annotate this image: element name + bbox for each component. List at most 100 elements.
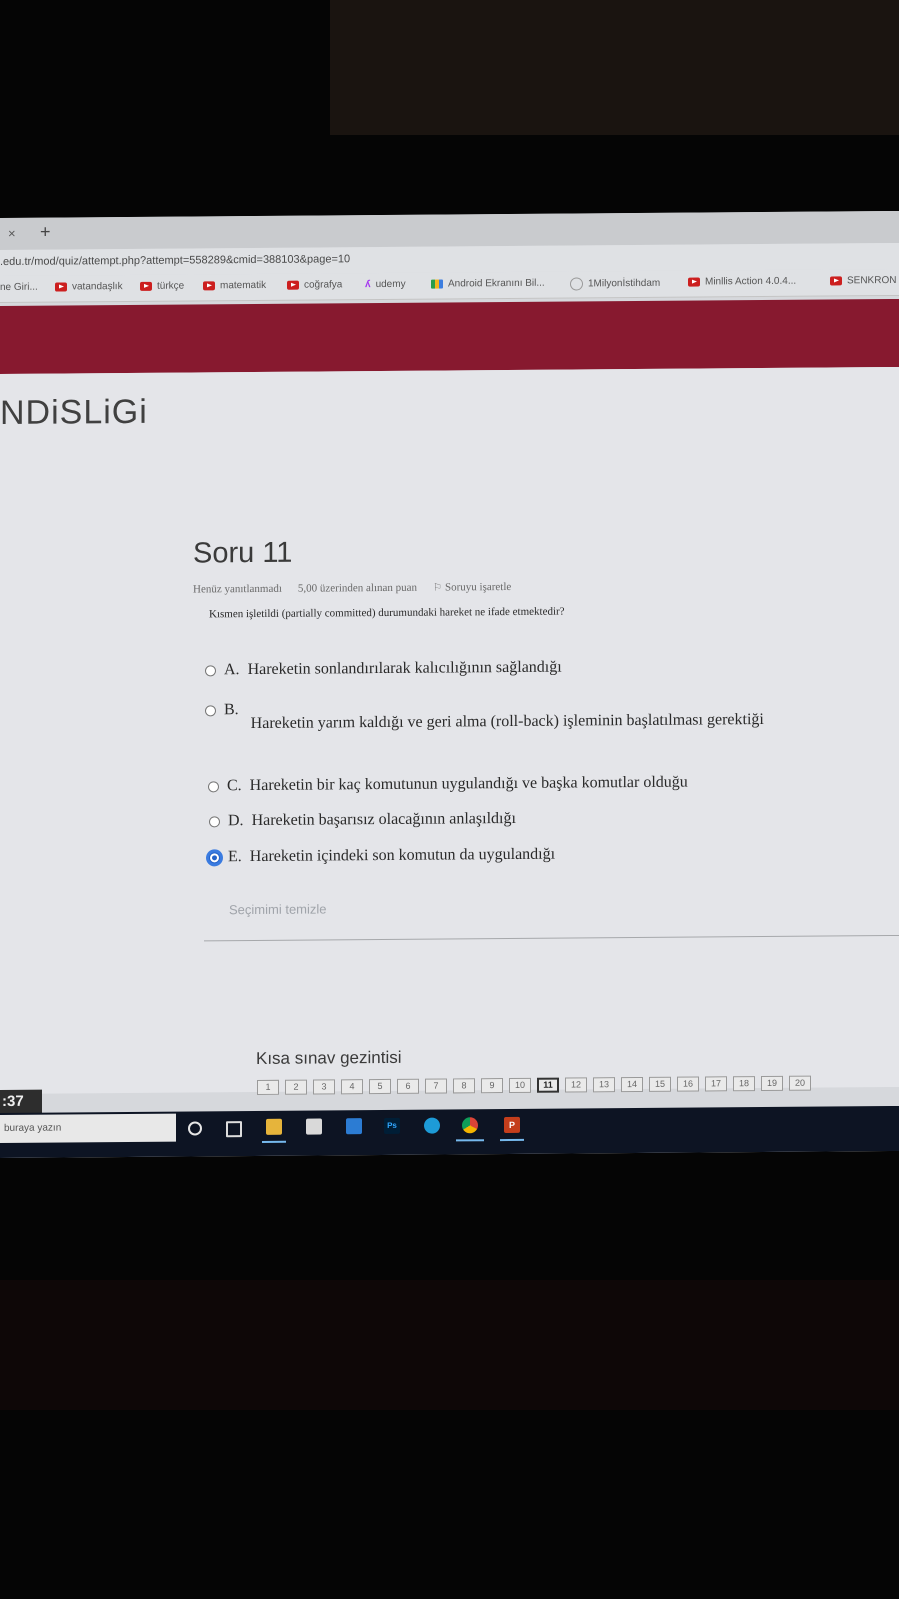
option-text: Hareketin bir kaç komutunun uygulandığı … [249, 773, 688, 795]
active-app-indicator [500, 1138, 524, 1142]
question-title: Soru 11 [193, 536, 293, 570]
mail-icon[interactable] [346, 1118, 362, 1135]
site-header-banner [0, 298, 899, 374]
youtube-icon [203, 281, 215, 291]
radio-option-a[interactable] [205, 664, 216, 676]
clear-selection-link[interactable]: Seçimimi temizle [229, 901, 327, 917]
quiz-nav-button[interactable]: 12 [565, 1077, 587, 1093]
bookmark-label: Android Ekranını Bil... [448, 277, 545, 290]
youtube-icon [55, 282, 67, 292]
quiz-nav-button[interactable]: 3 [313, 1079, 335, 1095]
bookmarks-bar: ne Giri... vatandaşlık türkçe matematik … [0, 268, 899, 303]
question-text: Kısmen işletildi (partially committed) d… [209, 605, 565, 621]
new-tab-icon[interactable]: + [40, 222, 51, 243]
option-letter: D. [228, 812, 244, 830]
bookmark-label: coğrafya [304, 279, 343, 291]
option-text: Hareketin yarım kaldığı ve geri alma (ro… [250, 711, 764, 733]
quiz-nav-button[interactable]: 6 [397, 1078, 419, 1094]
monitor-bottom-reflection [0, 1280, 899, 1410]
question-status: Henüz yanıtlanmadı [193, 582, 282, 596]
bookmark-label: Minllis Action 4.0.4... [705, 275, 797, 288]
bookmark-item[interactable]: 1Milyonİstihdam [570, 277, 660, 291]
timer-badge: :37 [0, 1089, 42, 1114]
option-text: Hareketin sonlandırılarak kalıcılığının … [247, 658, 562, 679]
udemy-icon: ʎ [365, 279, 371, 291]
chrome-icon[interactable] [462, 1117, 478, 1134]
active-app-indicator [262, 1140, 286, 1143]
quiz-nav-button[interactable]: 7 [425, 1078, 447, 1094]
answer-option-a[interactable]: A. Hareketin sonlandırılarak kalıcılığın… [205, 659, 562, 680]
bookmark-item[interactable]: vatandaşlık [55, 281, 123, 293]
answer-option-e[interactable]: E. Hareketin içindeki son komutun da uyg… [209, 846, 555, 867]
bookmark-item[interactable]: ne Giri... [0, 282, 38, 293]
store-icon[interactable] [306, 1118, 322, 1135]
youtube-icon [287, 280, 299, 290]
windows-taskbar: buraya yazın Ps P [0, 1105, 899, 1158]
quiz-nav-button[interactable]: 14 [621, 1076, 643, 1093]
quiz-nav-button[interactable]: 8 [453, 1078, 475, 1094]
bookmark-item[interactable]: coğrafya [287, 279, 343, 291]
flag-question-link[interactable]: ⚐ Soruyu işaretle [433, 581, 511, 594]
bookmark-item[interactable]: Minllis Action 4.0.4... [688, 276, 796, 288]
radio-option-e[interactable] [209, 851, 220, 863]
site-title: NDiSLiGi [0, 392, 148, 432]
radio-option-c[interactable] [208, 780, 219, 792]
quiz-nav-button[interactable]: 20 [789, 1075, 811, 1091]
quiz-nav-button[interactable]: 9 [481, 1078, 503, 1094]
close-tab-icon[interactable]: × [8, 226, 16, 241]
answer-option-b[interactable]: B. Hareketin yarım kaldığı ve geri alma … [205, 701, 764, 732]
quiz-nav-button[interactable]: 5 [369, 1078, 391, 1095]
youtube-icon [140, 281, 152, 291]
bookmark-label: SENKRON [847, 274, 897, 287]
youtube-icon [830, 276, 842, 286]
quiz-nav-button[interactable]: 4 [341, 1079, 363, 1095]
bookmark-item[interactable]: ʎ udemy [365, 279, 406, 290]
photoshop-icon[interactable]: Ps [384, 1117, 400, 1134]
quiz-nav-button-current[interactable]: 11 [537, 1077, 559, 1093]
quiz-navigation-title: Kısa sınav gezintisi [256, 1047, 402, 1068]
bookmark-item[interactable]: SENKRON [830, 275, 896, 287]
cortana-icon[interactable] [188, 1121, 202, 1136]
bookmark-label: matematik [220, 279, 267, 292]
option-text: Hareketin içindeki son komutun da uygula… [249, 845, 556, 866]
edge-icon[interactable] [424, 1117, 440, 1134]
quiz-nav-button[interactable]: 13 [593, 1077, 615, 1093]
quiz-nav-button[interactable]: 15 [649, 1076, 671, 1092]
file-explorer-icon[interactable] [266, 1118, 282, 1135]
powerpoint-icon[interactable]: P [504, 1116, 520, 1134]
quiz-nav-button[interactable]: 2 [285, 1079, 307, 1095]
globe-icon [570, 277, 583, 291]
bookmark-label: 1Milyonİstihdam [588, 277, 661, 290]
quiz-nav-button[interactable]: 16 [677, 1076, 699, 1092]
flag-icon: ⚐ [433, 582, 442, 594]
radio-option-b[interactable] [205, 704, 216, 716]
answer-option-c[interactable]: C. Hareketin bir kaç komutunun uygulandı… [208, 774, 688, 796]
taskbar-search-input[interactable]: buraya yazın [0, 1113, 176, 1143]
option-letter: E. [228, 848, 242, 866]
task-view-icon[interactable] [226, 1121, 242, 1138]
quiz-nav-button[interactable]: 17 [705, 1076, 727, 1092]
option-text: Hareketin başarısız olacağının anlaşıldı… [251, 809, 516, 830]
quiz-nav-button[interactable]: 10 [509, 1077, 531, 1094]
url-text[interactable]: .edu.tr/mod/quiz/attempt.php?attempt=558… [0, 253, 350, 268]
bookmark-label: ne Giri... [0, 281, 38, 293]
option-letter: B. [224, 701, 239, 719]
quiz-nav-button[interactable]: 1 [257, 1079, 279, 1095]
quiz-nav-button[interactable]: 19 [761, 1075, 783, 1092]
bookmark-item[interactable]: matematik [203, 280, 266, 291]
quiz-nav-button[interactable]: 18 [733, 1076, 755, 1092]
bookmark-item[interactable]: Android Ekranını Bil... [431, 278, 545, 290]
answer-option-d[interactable]: D. Hareketin başarısız olacağının anlaşı… [209, 810, 516, 830]
android-icon [431, 279, 443, 289]
flag-question-label: Soruyu işaretle [445, 580, 512, 594]
option-letter: A. [224, 661, 240, 679]
question-points: 5,00 üzerinden alınan puan [297, 581, 418, 595]
option-letter: C. [227, 777, 242, 795]
divider [204, 934, 899, 942]
monitor-bezel-reflection [330, 0, 899, 135]
bookmark-label: vatandaşlık [72, 281, 123, 293]
youtube-icon [688, 277, 700, 287]
radio-option-d[interactable] [209, 815, 220, 827]
bookmark-item[interactable]: türkçe [140, 281, 184, 292]
monitor-screen: × + .edu.tr/mod/quiz/attempt.php?attempt… [0, 210, 899, 1158]
